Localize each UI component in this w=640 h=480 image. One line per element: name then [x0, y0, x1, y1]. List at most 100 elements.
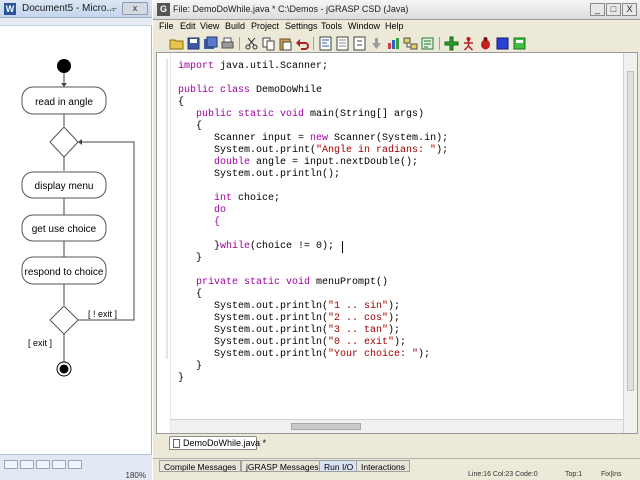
code-line: public static void main(String[] args)	[178, 109, 424, 121]
open-folder-icon[interactable]	[169, 36, 184, 51]
code-keyword: do	[178, 205, 227, 216]
code-token: System.out.print(	[178, 145, 317, 156]
code-token: Scanner(System.in);	[328, 133, 449, 144]
file-tab-demodowhile[interactable]: DemoDoWhile.java *	[169, 436, 266, 450]
code-keyword: while	[220, 241, 251, 252]
tab-jgrasp-messages[interactable]: jGRASP Messages	[241, 460, 324, 472]
document-icon[interactable]	[420, 36, 435, 51]
minimize-button[interactable]: _	[590, 3, 605, 16]
code-token: java.util.Scanner;	[214, 61, 329, 72]
code-folding-icon[interactable]	[352, 36, 367, 51]
code-line: System.out.println("Your choice: ");	[178, 349, 430, 361]
view-draft-button[interactable]	[68, 460, 82, 469]
code-line: System.out.println("1 .. sin");	[178, 301, 400, 313]
menu-view[interactable]: View	[200, 21, 219, 31]
jgrasp-window-title: File: DemoDoWhile.java * C:\Demos - jGRA…	[173, 4, 409, 14]
view-print-layout-button[interactable]	[4, 460, 18, 469]
code-token: }	[178, 373, 185, 384]
undo-icon[interactable]	[295, 36, 310, 51]
tab-interactions[interactable]: Interactions	[356, 460, 410, 472]
code-token: );	[418, 349, 431, 360]
code-keyword: public class	[178, 85, 251, 96]
word-close-button[interactable]: x	[122, 2, 148, 15]
print-icon[interactable]	[220, 36, 235, 51]
generate-csd-icon[interactable]	[318, 36, 333, 51]
text-caret	[342, 241, 343, 253]
code-token: System.out.println(	[178, 349, 329, 360]
debug-icon[interactable]	[478, 36, 493, 51]
copy-icon[interactable]	[261, 36, 276, 51]
arrowhead	[78, 139, 82, 145]
code-line: {	[178, 97, 184, 109]
view-outline-button[interactable]	[52, 460, 66, 469]
code-token: Scanner input =	[178, 133, 311, 144]
menu-build[interactable]: Build	[225, 21, 245, 31]
code-keyword: new	[310, 133, 329, 144]
maximize-button[interactable]: □	[606, 3, 621, 16]
code-token: choice;	[232, 193, 281, 204]
menu-edit[interactable]: Edit	[180, 21, 196, 31]
view-full-screen-button[interactable]	[20, 460, 34, 469]
uml-icon[interactable]	[403, 36, 418, 51]
code-token: );	[394, 337, 407, 348]
code-token: );	[388, 325, 401, 336]
zoom-level[interactable]: 180%	[126, 471, 146, 480]
arrowhead	[61, 83, 67, 87]
horizontal-scrollbar[interactable]	[171, 419, 623, 433]
word-minimize-button[interactable]: –	[108, 3, 120, 14]
menu-settings[interactable]: Settings	[285, 21, 318, 31]
code-line: public class DemoDoWhile	[178, 85, 322, 97]
tab-run-io[interactable]: Run I/O	[319, 460, 359, 472]
menu-window[interactable]: Window	[348, 21, 380, 31]
menu-tools[interactable]: Tools	[321, 21, 342, 31]
code-editor[interactable]: import java.util.Scanner; public class D…	[156, 52, 638, 434]
save-icon[interactable]	[186, 36, 201, 51]
compile-icon[interactable]	[444, 36, 459, 51]
code-text-area[interactable]: import java.util.Scanner; public class D…	[178, 53, 618, 433]
toolbar	[153, 36, 640, 52]
vertical-scrollbar[interactable]	[623, 53, 637, 433]
close-button[interactable]: X	[622, 3, 637, 16]
word-window: W Document5 - Micro... – x read in angle…	[0, 0, 152, 480]
menu-project[interactable]: Project	[251, 21, 279, 31]
code-token: }	[178, 241, 221, 252]
word-title-bar[interactable]: W Document5 - Micro... – x	[0, 0, 152, 18]
cut-icon[interactable]	[244, 36, 259, 51]
chart-icon[interactable]	[386, 36, 401, 51]
guard-exit: [ exit ]	[28, 338, 52, 348]
activity-diagram: read in angle display menu get use choic…	[21, 59, 135, 377]
code-token: );	[388, 313, 401, 324]
code-line: double angle = input.nextDouble();	[178, 157, 418, 169]
interactions-icon[interactable]	[512, 36, 527, 51]
code-line: {	[178, 289, 202, 301]
run-icon[interactable]	[461, 36, 476, 51]
paste-icon[interactable]	[278, 36, 293, 51]
code-string: "Angle in radians: "	[316, 145, 437, 156]
code-line: import java.util.Scanner;	[178, 61, 328, 73]
down-arrow-icon[interactable]	[369, 36, 384, 51]
view-web-layout-button[interactable]	[36, 460, 50, 469]
horizontal-scroll-thumb[interactable]	[291, 423, 361, 430]
jgrasp-title-bar[interactable]: G File: DemoDoWhile.java * C:\Demos - jG…	[153, 0, 640, 20]
code-token: System.out.println(	[178, 313, 329, 324]
activity-display-menu-label: display menu	[35, 181, 94, 192]
toolbar-separator	[239, 37, 240, 50]
vertical-scroll-thumb[interactable]	[627, 71, 634, 391]
remove-csd-icon[interactable]	[335, 36, 350, 51]
save-all-icon[interactable]	[203, 36, 218, 51]
tab-compile-messages[interactable]: Compile Messages	[159, 460, 242, 472]
code-line: System.out.println("0 .. exit");	[178, 337, 406, 349]
code-token: (choice != 0);	[250, 241, 335, 252]
edit-mode: Fix|Ins	[601, 471, 622, 478]
code-string: "2 .. cos"	[328, 313, 389, 324]
code-string: "3 .. tan"	[328, 325, 389, 336]
menu-bar: File Edit View Build Project Settings To…	[153, 20, 640, 36]
code-token: System.out.println(	[178, 301, 329, 312]
menu-file[interactable]: File	[159, 21, 174, 31]
code-keyword: import	[178, 61, 215, 72]
menu-help[interactable]: Help	[385, 21, 404, 31]
stop-icon[interactable]	[495, 36, 510, 51]
code-token: }	[178, 361, 203, 372]
code-string: "0 .. exit"	[328, 337, 395, 348]
code-token: System.out.println();	[178, 169, 341, 180]
